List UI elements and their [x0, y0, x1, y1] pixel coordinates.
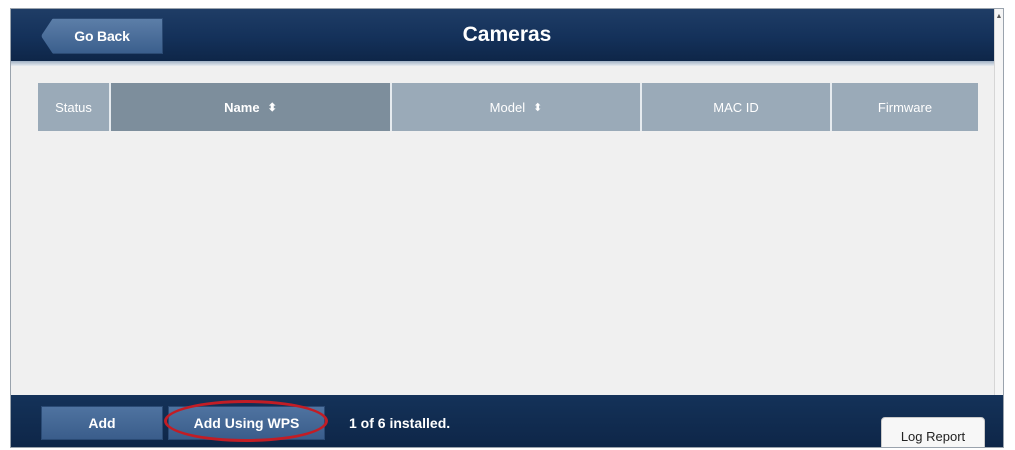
- column-header-model[interactable]: Model ⬍: [392, 83, 642, 131]
- column-label-name: Name: [224, 99, 260, 115]
- sort-icon: ⬍: [267, 101, 277, 114]
- page-title: Cameras: [462, 23, 552, 46]
- column-header-firmware[interactable]: Firmware: [832, 83, 978, 131]
- column-label-firmware: Firmware: [877, 99, 933, 115]
- sort-icon: ⬍: [533, 101, 543, 114]
- table-header: Status Name ⬍ Model ⬍ MAC ID Firmware: [38, 83, 978, 131]
- add-using-wps-button[interactable]: Add Using WPS: [168, 406, 325, 440]
- column-label-status: Status: [55, 99, 92, 115]
- install-status-text: 1 of 6 installed.: [349, 415, 451, 431]
- cameras-window: Go Back Cameras Status Name ⬍ Model ⬍ MA…: [10, 8, 1004, 448]
- column-label-mac-id: MAC ID: [713, 99, 759, 115]
- footer-bar: Add Add Using WPS 1 of 6 installed. Log …: [11, 395, 1003, 447]
- title-bar: Go Back Cameras: [11, 9, 1003, 61]
- camera-list: [38, 131, 978, 391]
- column-label-model: Model: [489, 99, 526, 115]
- vertical-scrollbar[interactable]: ▲ ▼: [994, 9, 1003, 447]
- scroll-up-icon[interactable]: ▲: [995, 13, 1003, 20]
- add-button[interactable]: Add: [41, 406, 163, 440]
- header-shadow: [11, 61, 1003, 66]
- column-header-status[interactable]: Status: [38, 83, 111, 131]
- log-report-button[interactable]: Log Report: [881, 417, 985, 447]
- column-header-mac-id[interactable]: MAC ID: [642, 83, 832, 131]
- column-header-name[interactable]: Name ⬍: [111, 83, 392, 131]
